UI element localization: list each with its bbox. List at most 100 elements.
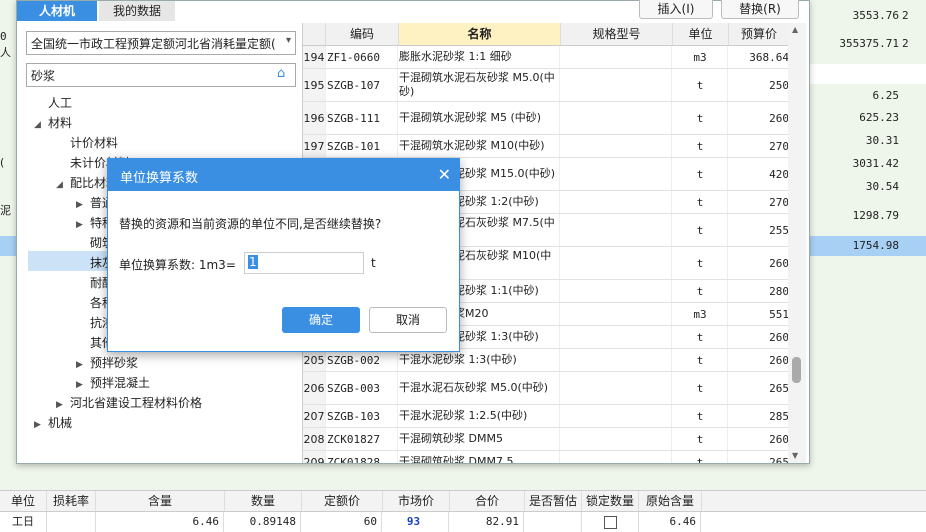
background-value: 30.54	[865, 180, 899, 193]
detail-header-cell[interactable]: 定额价	[302, 491, 383, 511]
collapse-arrow-icon[interactable]: ▶	[56, 395, 70, 415]
row-index: 195	[303, 69, 326, 101]
background-row[interactable]: 355375.71 2	[808, 34, 926, 58]
table-row[interactable]: 196 SZGB-111 干混砌筑水泥砂浆 M5 (中砂) t 260	[303, 102, 789, 135]
detail-cell[interactable]: 6.46	[96, 512, 224, 532]
collapse-arrow-icon[interactable]: ▶	[76, 355, 90, 375]
table-row[interactable]: 208 ZCK01827 干混砌筑砂浆 DMM5 t 260	[303, 428, 789, 451]
search-filter-icon[interactable]: ⌂	[277, 66, 291, 82]
ok-button[interactable]: 确定	[282, 307, 360, 333]
detail-cell[interactable]: 0.89148	[225, 512, 301, 532]
row-index: 208	[303, 428, 326, 450]
insert-button[interactable]: 插入(I)	[639, 0, 713, 19]
replace-button[interactable]: 替换(R)	[721, 0, 799, 19]
grid-header-price[interactable]: 预算价	[729, 23, 789, 45]
row-code: ZCK01827	[327, 428, 398, 450]
lock-quantity-checkbox[interactable]	[603, 515, 617, 529]
factor-input[interactable]: 1	[244, 252, 364, 274]
cancel-button[interactable]: 取消	[369, 307, 447, 333]
background-row[interactable]: 30.54	[808, 177, 926, 197]
close-icon[interactable]: ✕	[438, 165, 451, 184]
background-row[interactable]: 3031.42	[808, 154, 926, 174]
tab-my-data[interactable]: 我的数据	[99, 1, 175, 21]
search-input[interactable]: 砂浆 ⌂	[26, 63, 296, 87]
collapse-arrow-icon[interactable]: ▶	[76, 375, 90, 395]
tree-node[interactable]: ▶ 预拌砂浆	[76, 353, 138, 373]
detail-cell[interactable]: 82.91	[450, 512, 524, 532]
tree-node[interactable]: 计价材料	[70, 133, 118, 153]
background-row-selected[interactable]: 1754.98	[808, 236, 926, 256]
tab-resources[interactable]: 人材机	[17, 1, 97, 21]
chevron-down-icon: ▾	[285, 35, 291, 46]
detail-header-cell[interactable]: 数量	[225, 491, 302, 511]
quota-select-value: 全国统一市政工程预算定额河北省消耗量定额(	[31, 37, 275, 51]
tree-node[interactable]: ◢ 材料	[34, 113, 72, 133]
tree-node[interactable]: ▶ 机械	[34, 413, 72, 433]
scroll-up-icon[interactable]: ▲	[792, 25, 798, 34]
tree-node[interactable]: 人工	[48, 93, 72, 113]
tree-node[interactable]: ▶ 预拌混凝土	[76, 373, 150, 393]
detail-header-cell[interactable]: 是否暂估	[525, 491, 582, 511]
detail-table-row[interactable]: 工日 6.46 0.89148 60 93 82.91 6.46	[0, 512, 926, 532]
grid-header-name[interactable]: 名称	[399, 23, 561, 45]
collapse-arrow-icon[interactable]: ▶	[34, 415, 48, 435]
table-row[interactable]: 194 ZF1-0660 膨胀水泥砂浆 1:1 细砂 m3 368.64	[303, 46, 789, 69]
background-value: 355375.71	[839, 37, 899, 50]
scroll-down-icon[interactable]: ▼	[792, 451, 798, 460]
collapse-arrow-icon[interactable]: ▶	[76, 215, 90, 235]
row-name: 干混砌筑水泥砂浆 M10(中砂)	[399, 135, 560, 157]
background-row[interactable]: 1298.79	[808, 206, 926, 226]
scrollbar-thumb[interactable]	[792, 357, 801, 383]
background-row[interactable]: 625.23	[808, 108, 926, 128]
row-index: 196	[303, 102, 326, 134]
detail-header-cell[interactable]: 锁定数量	[582, 491, 639, 511]
detail-cell[interactable]	[47, 512, 96, 532]
background-row[interactable]: 30.31	[808, 131, 926, 151]
row-index: 209	[303, 451, 326, 463]
grid-scrollbar[interactable]: ▲ ▼	[788, 23, 806, 463]
grid-header-spec[interactable]: 规格型号	[561, 23, 673, 45]
grid-header-code[interactable]: 编码	[326, 23, 399, 45]
row-unit: m3	[673, 303, 728, 325]
row-unit: t	[673, 191, 728, 213]
detail-cell[interactable]	[582, 512, 639, 532]
table-row[interactable]: 207 SZGB-103 干混水泥砂浆 1:2.5(中砂) t 285	[303, 405, 789, 428]
row-price: 551	[729, 303, 789, 325]
background-row[interactable]: 3553.76 2	[808, 6, 926, 26]
detail-header-cell[interactable]: 合价	[450, 491, 525, 511]
background-row[interactable]	[808, 64, 926, 84]
row-code: ZF1-0660	[327, 46, 398, 68]
detail-cell[interactable]	[525, 512, 582, 532]
table-row[interactable]: 206 SZGB-003 干混水泥石灰砂浆 M5.0(中砂) t 265	[303, 372, 789, 405]
row-price: 420	[729, 158, 789, 190]
tree-node[interactable]: ▶ 河北省建设工程材料价格	[56, 393, 202, 413]
detail-header-cell[interactable]: 单位	[0, 491, 47, 511]
expand-arrow-icon[interactable]: ◢	[56, 175, 70, 195]
detail-header-cell[interactable]: 损耗率	[47, 491, 96, 511]
table-row[interactable]: 205 SZGB-002 干混水泥砂浆 1:3(中砂) t 260	[303, 349, 789, 372]
detail-header-cell[interactable]: 市场价	[383, 491, 450, 511]
row-price: 250	[729, 69, 789, 101]
expand-arrow-icon[interactable]: ◢	[34, 115, 48, 135]
detail-header-cell[interactable]: 含量	[96, 491, 225, 511]
row-code: SZGB-003	[327, 372, 398, 404]
grid-header-unit[interactable]: 单位	[673, 23, 729, 45]
detail-cell[interactable]: 工日	[0, 512, 47, 532]
row-unit: t	[673, 102, 728, 134]
quota-select[interactable]: 全国统一市政工程预算定额河北省消耗量定额( ▾	[26, 31, 296, 55]
row-unit: t	[673, 214, 728, 246]
tree-node-label: 机械	[48, 416, 73, 430]
table-row[interactable]: 209 ZCK01828 干混砌筑砂浆 DMM7.5 t 265	[303, 451, 789, 463]
detail-table-header: 单位 损耗率 含量 数量 定额价 市场价 合价 是否暂估 锁定数量 原始含量	[0, 491, 926, 512]
detail-cell[interactable]: 6.46	[639, 512, 701, 532]
detail-cell[interactable]: 60	[302, 512, 382, 532]
table-row[interactable]: 195 SZGB-107 干混砌筑水泥石灰砂浆 M5.0(中砂) t 250	[303, 69, 789, 102]
row-spec	[561, 405, 672, 427]
detail-header-cell[interactable]: 原始含量	[639, 491, 702, 511]
table-row[interactable]: 197 SZGB-101 干混砌筑水泥砂浆 M10(中砂) t 270	[303, 135, 789, 158]
background-row[interactable]: 6.25	[808, 86, 926, 106]
detail-cell[interactable]: 93	[383, 512, 449, 532]
row-code: SZGB-107	[327, 69, 398, 101]
row-price: 280	[729, 280, 789, 302]
collapse-arrow-icon[interactable]: ▶	[76, 195, 90, 215]
